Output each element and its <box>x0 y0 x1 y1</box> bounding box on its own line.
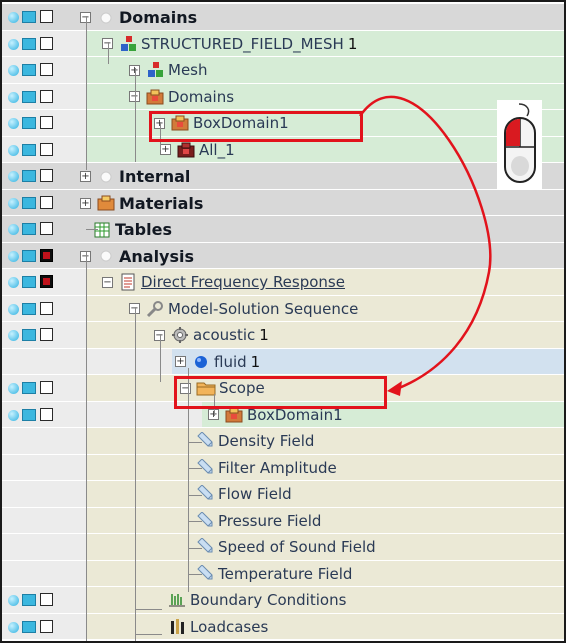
drag-arrow <box>358 95 492 396</box>
model-browser-tree: − Domains − STRUCTURED_FIELD_MESH 1 + Mesh − Dom… <box>0 0 566 643</box>
mouse-left-click-icon <box>497 100 542 190</box>
